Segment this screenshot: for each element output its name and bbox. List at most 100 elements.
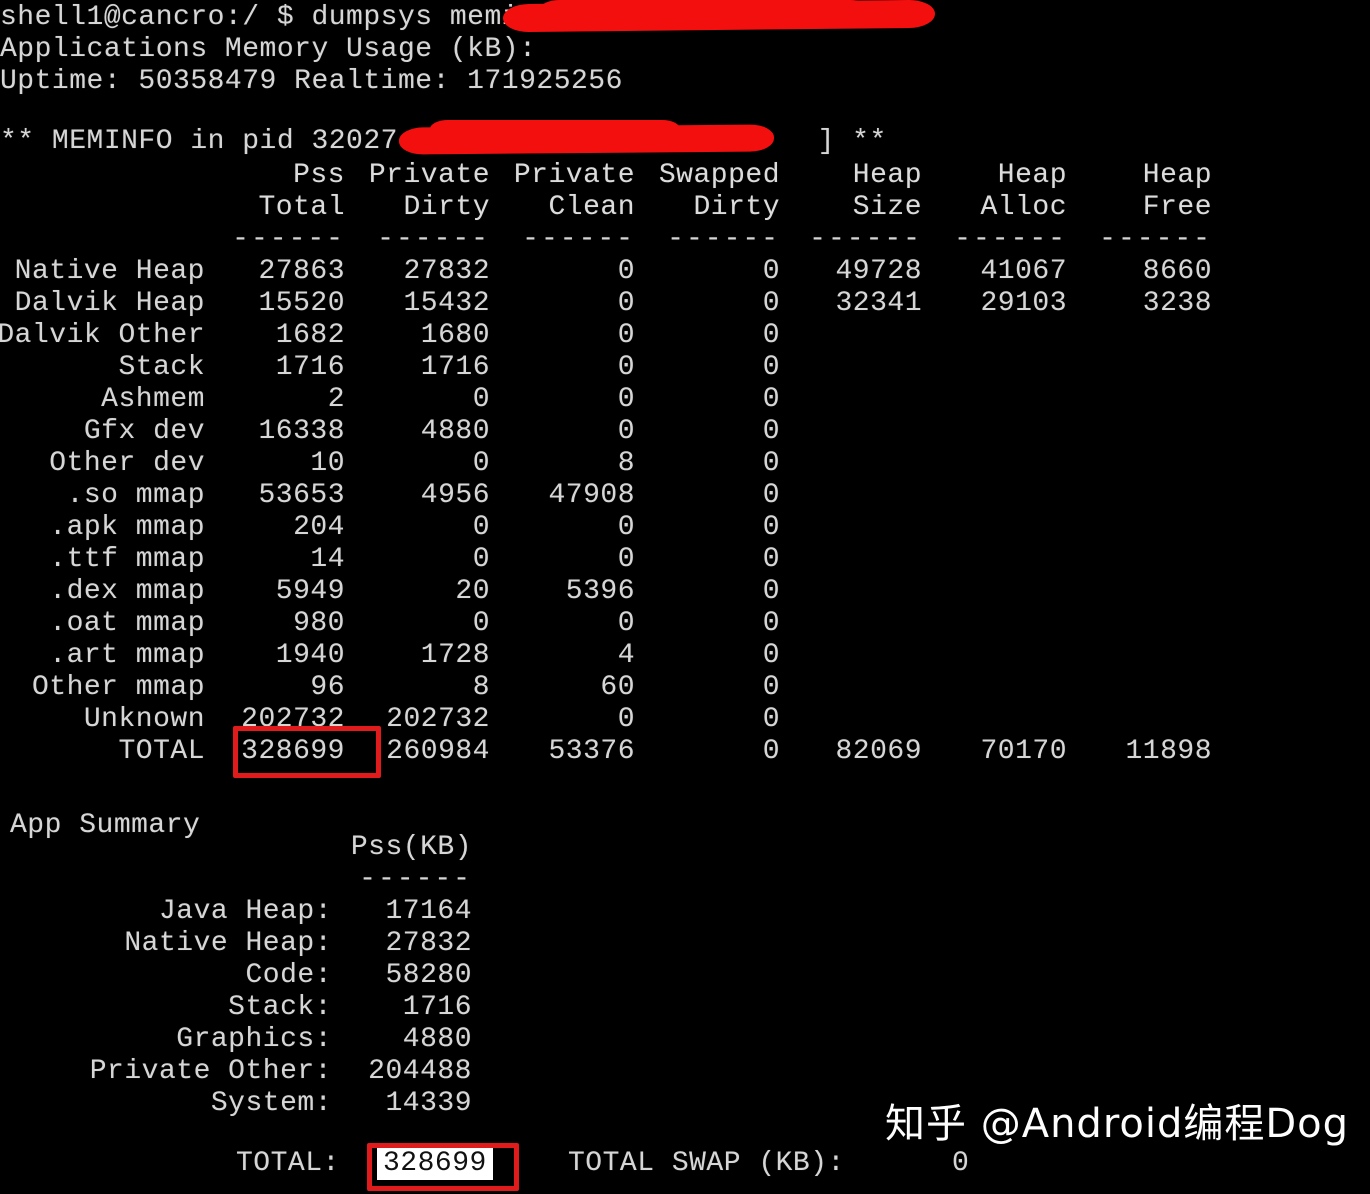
table-row: Ashmem 2 0 0 0 <box>0 384 1370 416</box>
table-row: Gfx dev 16338 4880 0 0 <box>0 416 1370 448</box>
header-heap-size-2: Size <box>852 192 922 223</box>
header-private-clean-2: Clean <box>548 192 635 223</box>
table-row: Native Heap 27863 27832 0 0 49728 41067 8660 <box>0 256 1370 288</box>
table-cell: 0 <box>762 416 780 447</box>
table-cell: 10 <box>310 448 345 479</box>
table-row-label: Other dev <box>49 448 205 479</box>
terminal-screen: shell1@cancro:/ $ dumpsys meminfo Applic… <box>0 0 1370 1194</box>
table-cell: 0 <box>762 576 780 607</box>
table-cell: 8 <box>617 448 635 479</box>
table-cell: 96 <box>310 672 345 703</box>
table-cell: 202732 <box>241 704 345 735</box>
table-cell: 0 <box>762 672 780 703</box>
table-row-label: Other mmap <box>31 672 205 703</box>
table-cell: 4 <box>617 640 635 671</box>
table-cell: 0 <box>762 320 780 351</box>
table-cell: 0 <box>762 384 780 415</box>
app-summary-row-value: 14339 <box>385 1088 472 1119</box>
app-summary-row-value: 58280 <box>385 960 472 991</box>
table-cell: 0 <box>617 320 635 351</box>
table-cell: 0 <box>762 736 780 767</box>
table-cell: 1716 <box>275 352 345 383</box>
app-summary-row: Stack: 1716 <box>0 992 1370 1024</box>
table-cell: 0 <box>472 544 490 575</box>
table-cell: 53653 <box>258 480 345 511</box>
table-cell: 60 <box>600 672 635 703</box>
app-summary-row: Native Heap: 27832 <box>0 928 1370 960</box>
table-cell: 27863 <box>258 256 345 287</box>
table-row: .art mmap 1940 1728 4 0 <box>0 640 1370 672</box>
table-row-label: .oat mmap <box>49 608 205 639</box>
header-private-dirty-2: Dirty <box>403 192 490 223</box>
app-summary-row-value: 1716 <box>402 992 472 1023</box>
table-cell: 0 <box>617 512 635 543</box>
table-cell: 4956 <box>420 480 490 511</box>
table-header-row-top: Pss Private Private Swapped Heap Heap He… <box>0 160 1370 192</box>
app-summary-row-value: 27832 <box>385 928 472 959</box>
rule-2: ------ <box>522 224 635 255</box>
app-summary-footer: TOTAL: 328699 TOTAL SWAP (KB): 0 <box>0 1147 1370 1188</box>
table-cell: 8660 <box>1142 256 1212 287</box>
table-cell: 0 <box>617 704 635 735</box>
table-cell: 0 <box>617 288 635 319</box>
table-cell: 0 <box>762 480 780 511</box>
app-summary-header-row: Pss(KB) <box>0 832 1370 864</box>
table-header-rule: ------ ------ ------ ------ ------ -----… <box>0 224 1370 256</box>
app-summary-row: Graphics: 4880 <box>0 1024 1370 1056</box>
table-cell: 0 <box>472 448 490 479</box>
footer-swap-value: 0 <box>952 1148 970 1179</box>
table-cell: 1680 <box>420 320 490 351</box>
table-cell: 32341 <box>835 288 922 319</box>
table-row: .oat mmap 980 0 0 0 <box>0 608 1370 640</box>
table-cell: 0 <box>617 256 635 287</box>
table-cell: 29103 <box>980 288 1067 319</box>
table-cell: 8 <box>472 672 490 703</box>
table-row: Other dev 10 0 8 0 <box>0 448 1370 480</box>
meminfo-pid-suffix: ] ** <box>817 126 887 157</box>
table-cell: 0 <box>472 512 490 543</box>
app-summary-column-header: Pss(KB) <box>350 832 472 863</box>
redaction-mark-command-2 <box>540 0 870 18</box>
table-cell: 14 <box>310 544 345 575</box>
watermark-text: 知乎 @Android编程Dog <box>885 1101 1350 1147</box>
app-summary-row-label: Graphics: <box>176 1024 332 1055</box>
table-cell: 0 <box>617 608 635 639</box>
shell-prompt-line: shell1@cancro:/ $ dumpsys meminfo <box>0 2 571 33</box>
table-row: .apk mmap 204 0 0 0 <box>0 512 1370 544</box>
app-summary-row-label: Native Heap: <box>124 928 332 959</box>
table-cell: 53376 <box>548 736 635 767</box>
table-cell: 16338 <box>258 416 345 447</box>
footer-swap-label: TOTAL SWAP (KB): <box>568 1148 845 1179</box>
table-cell: 15520 <box>258 288 345 319</box>
table-cell: 11898 <box>1125 736 1212 767</box>
meminfo-table: Pss Private Private Swapped Heap Heap He… <box>0 160 1370 768</box>
app-summary-row-value: 204488 <box>368 1056 472 1087</box>
table-row: Other mmap 96 8 60 0 <box>0 672 1370 704</box>
table-row: .ttf mmap 14 0 0 0 <box>0 544 1370 576</box>
table-cell: 0 <box>762 640 780 671</box>
header-heap-alloc-2: Alloc <box>980 192 1067 223</box>
table-cell: 5949 <box>275 576 345 607</box>
table-row-label: .ttf mmap <box>49 544 205 575</box>
table-cell: 202732 <box>386 704 490 735</box>
table-row-total: TOTAL 328699 260984 53376 0 82069 70170 11898 <box>0 736 1370 768</box>
header-private-clean: Private <box>513 160 635 191</box>
rule-1: ------ <box>377 224 490 255</box>
meminfo-pid-prefix: ** MEMINFO in pid 32027 [ <box>0 126 433 157</box>
app-summary-row-label: System: <box>210 1088 332 1119</box>
header-swapped-dirty: Swapped <box>658 160 780 191</box>
footer-total-value[interactable]: 328699 <box>377 1147 493 1180</box>
footer-total-label: TOTAL: <box>236 1148 340 1179</box>
table-row: .so mmap 53653 4956 47908 0 <box>0 480 1370 512</box>
table-row-label: Stack <box>118 352 205 383</box>
table-header-row-bottom: Total Dirty Clean Dirty Size Alloc Free <box>0 192 1370 224</box>
rule-6: ------ <box>1099 224 1212 255</box>
table-body: Native Heap 27863 27832 0 0 49728 41067 8660 Dal… <box>0 256 1370 768</box>
table-cell: 0 <box>762 608 780 639</box>
table-cell: 0 <box>617 352 635 383</box>
table-row-label: TOTAL <box>118 736 205 767</box>
header-heap-size: Heap <box>852 160 922 191</box>
table-cell: 0 <box>762 352 780 383</box>
header-heap-free-2: Free <box>1142 192 1212 223</box>
table-cell: 0 <box>617 544 635 575</box>
